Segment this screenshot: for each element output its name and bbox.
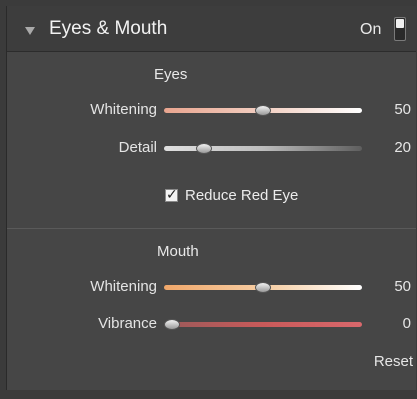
eyes-whitening-thumb[interactable] [255, 105, 271, 116]
collapse-triangle-icon[interactable] [25, 27, 35, 35]
mouth-vibrance-thumb[interactable] [164, 319, 180, 330]
checkmark-icon: ✓ [166, 186, 178, 202]
eyes-section-title: Eyes [154, 66, 188, 83]
toggle-knob [396, 19, 404, 28]
eyes-whitening-value: 50 [394, 101, 411, 118]
mouth-whitening-label: Whitening [90, 278, 157, 295]
mouth-whitening-thumb[interactable] [255, 282, 271, 293]
mouth-vibrance-label: Vibrance [98, 315, 157, 332]
reduce-red-eye-label[interactable]: Reduce Red Eye [185, 187, 298, 204]
panel-header[interactable]: Eyes & Mouth On [7, 6, 416, 52]
reduce-red-eye-checkbox[interactable]: ✓ [165, 186, 178, 202]
mouth-section-title: Mouth [157, 243, 199, 260]
eyes-detail-thumb[interactable] [196, 143, 212, 154]
eyes-whitening-label: Whitening [90, 101, 157, 118]
panel-title: Eyes & Mouth [49, 18, 168, 39]
eyes-detail-slider[interactable] [164, 143, 362, 154]
mouth-vibrance-slider[interactable] [164, 319, 362, 330]
eyes-detail-label: Detail [118, 139, 157, 156]
reset-button[interactable]: Reset [357, 353, 413, 370]
section-divider [7, 228, 416, 229]
toggle-label: On [360, 21, 382, 38]
eyes-mouth-panel: Eyes & Mouth On Eyes Whitening 50 Detail… [6, 6, 416, 390]
on-toggle-switch[interactable] [394, 17, 406, 41]
mouth-vibrance-value: 0 [402, 315, 411, 332]
eyes-whitening-slider[interactable] [164, 105, 362, 116]
mouth-whitening-value: 50 [394, 278, 411, 295]
mouth-whitening-slider[interactable] [164, 282, 362, 293]
eyes-detail-value: 20 [394, 139, 411, 156]
